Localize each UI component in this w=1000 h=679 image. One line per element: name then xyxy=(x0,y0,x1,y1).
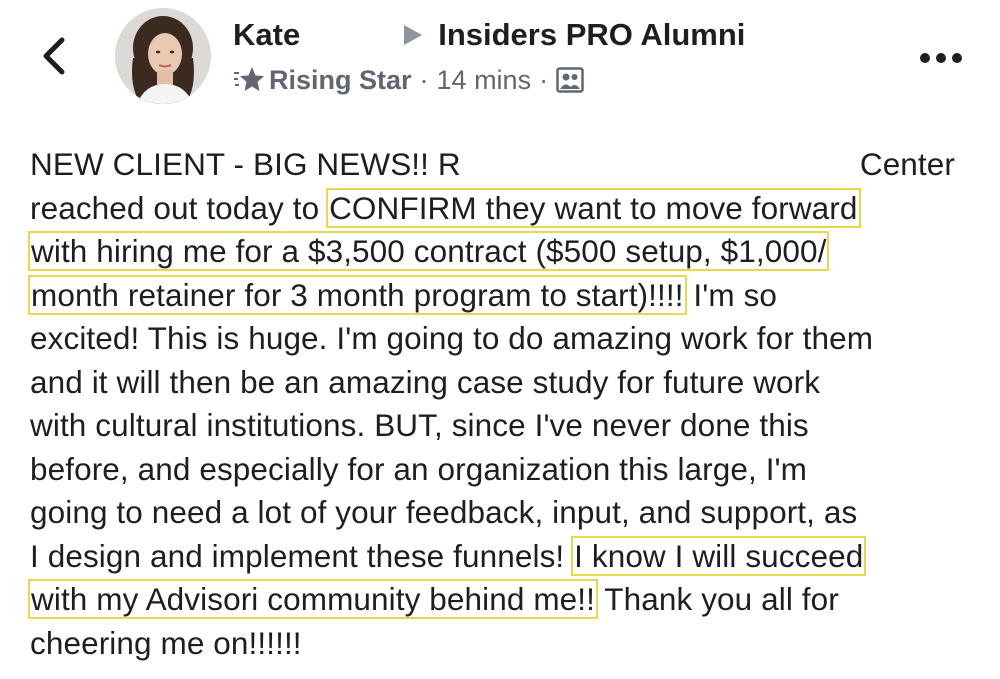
post-line: with hiring me for a $3,500 contract ($5… xyxy=(27,230,975,274)
separator-dot: · xyxy=(419,64,429,95)
post-author-line: Kate Insiders PRO Alumni xyxy=(233,15,745,55)
more-dots-icon xyxy=(920,53,962,63)
highlighted-text: CONFIRM they want to move forward xyxy=(326,187,861,228)
avatar[interactable] xyxy=(115,8,211,104)
triangle-right-icon xyxy=(400,22,426,48)
highlighted-text: with my Advisori community behind me!! xyxy=(27,579,599,619)
post-line: NEW CLIENT - BIG NEWS!! R Center xyxy=(30,143,975,187)
post-line: I design and implement these funnels! I … xyxy=(30,535,975,579)
post-line-text: Center xyxy=(859,146,955,182)
post-line: cheering me on!!!!!! xyxy=(30,624,302,661)
separator-dot: · xyxy=(539,64,549,95)
post-timestamp[interactable]: 14 mins xyxy=(437,65,532,96)
group-name-link[interactable]: Insiders PRO Alumni xyxy=(438,17,745,53)
redacted-area xyxy=(460,145,821,175)
post-line: reached out today to CONFIRM they want t… xyxy=(30,187,975,231)
post-meta-line: Rising Star · 14 mins · xyxy=(233,60,586,100)
highlighted-text: I know I will succeed xyxy=(571,535,867,576)
highlighted-text: with hiring me for a $3,500 contract ($5… xyxy=(27,231,830,271)
group-icon xyxy=(556,65,586,95)
post-line: month retainer for 3 month program to st… xyxy=(28,274,975,318)
post-line-text: reached out today to xyxy=(30,189,329,226)
post-line: with cultural institutions. BUT, since I… xyxy=(30,407,809,443)
author-name[interactable]: Kate xyxy=(233,17,300,53)
post-line: before, and especially for an organizati… xyxy=(30,450,807,487)
post-line-text: I design and implement these funnels! xyxy=(30,537,574,574)
post-text: NEW CLIENT - BIG NEWS!! R Center reached … xyxy=(27,143,975,665)
post-line: excited! This is huge. I'm going to do a… xyxy=(30,320,874,356)
back-button[interactable] xyxy=(32,34,76,78)
member-badge: Rising Star xyxy=(269,64,412,95)
star-icon xyxy=(233,65,267,95)
highlighted-text: month retainer for 3 month program to st… xyxy=(28,274,687,315)
redacted-area xyxy=(300,20,401,50)
post-line-text: NEW CLIENT - BIG NEWS!! R xyxy=(30,146,461,182)
post-line: going to need a lot of your feedback, in… xyxy=(30,494,858,530)
more-options-button[interactable] xyxy=(916,38,966,78)
post-line-text: Thank you all for xyxy=(596,581,839,617)
post-line: and it will then be an amazing case stud… xyxy=(30,363,821,400)
chevron-left-icon xyxy=(43,37,65,75)
post-line: with my Advisori community behind me!! T… xyxy=(27,578,975,622)
post-line-text: I'm so xyxy=(684,276,778,313)
